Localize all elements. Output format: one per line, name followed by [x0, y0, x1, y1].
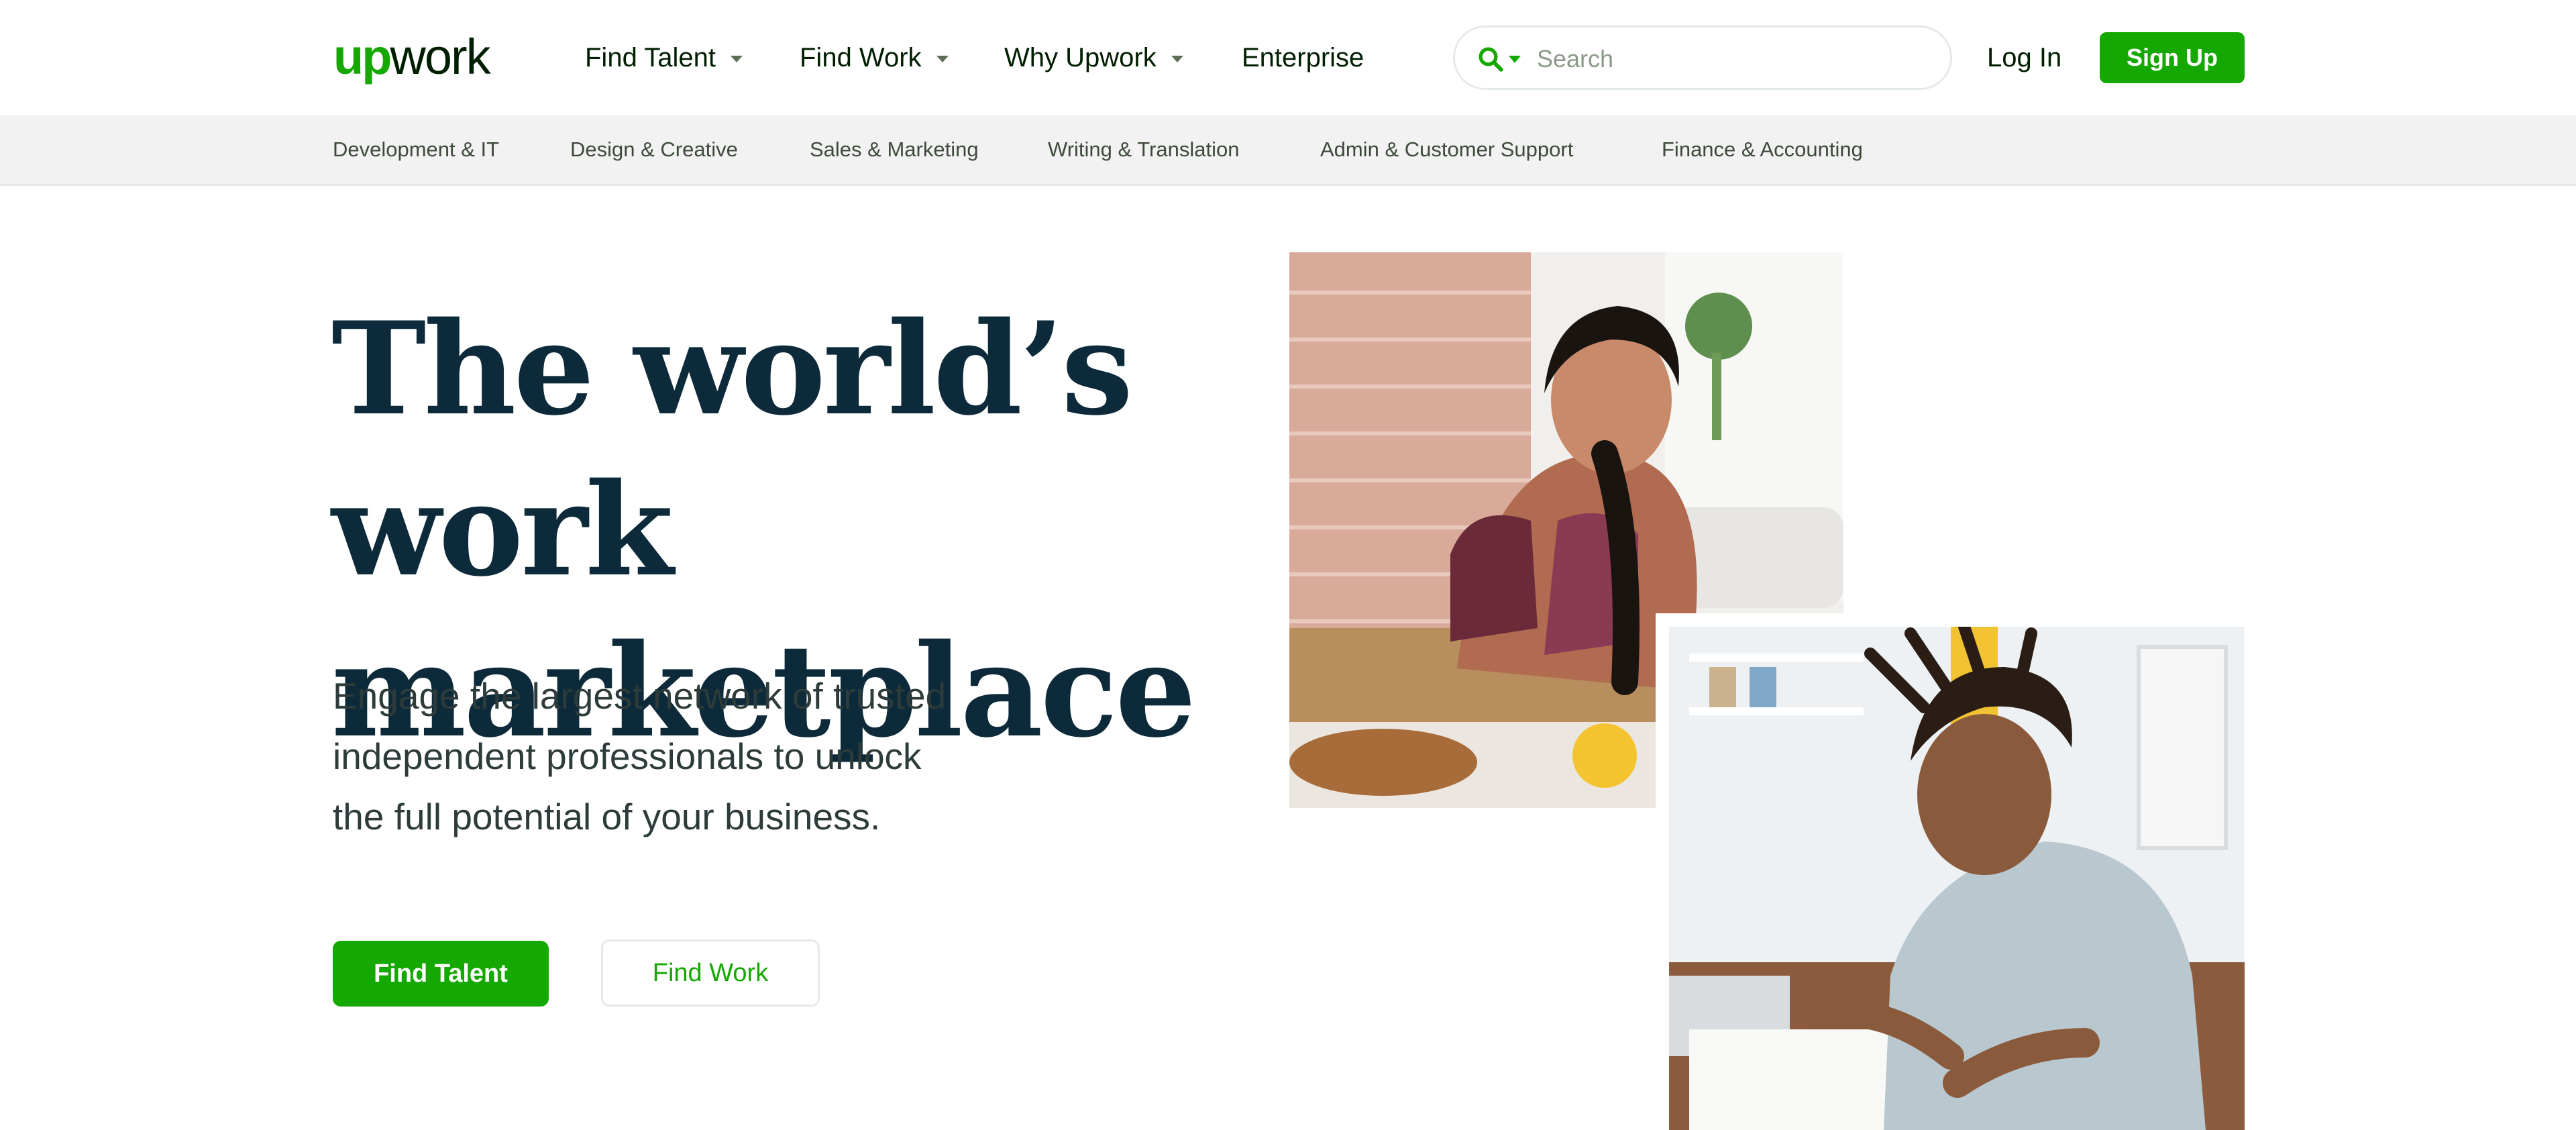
nav-why-upwork-label: Why Upwork — [1004, 43, 1157, 72]
category-writing-translation[interactable]: Writing & Translation — [1048, 136, 1239, 164]
nav-enterprise[interactable]: Enterprise — [1242, 38, 1364, 78]
category-sales-marketing[interactable]: Sales & Marketing — [810, 136, 979, 164]
search-type-dropdown-icon[interactable] — [1509, 56, 1521, 63]
find-work-button[interactable]: Find Work — [601, 939, 820, 1007]
search-input[interactable] — [1536, 40, 1927, 79]
logo-up: up — [333, 29, 392, 85]
category-bar: Development & IT Design & Creative Sales… — [0, 115, 2576, 186]
chevron-down-icon — [936, 56, 949, 63]
category-admin-customer-support[interactable]: Admin & Customer Support — [1320, 136, 1573, 164]
chevron-down-icon — [1171, 56, 1183, 63]
category-development-it[interactable]: Development & IT — [333, 136, 499, 164]
upwork-logo[interactable]: upwork — [333, 27, 491, 87]
nav-find-work-label: Find Work — [800, 43, 922, 72]
search-box[interactable] — [1453, 25, 1952, 90]
search-icon[interactable] — [1477, 45, 1505, 73]
nav-find-work[interactable]: Find Work — [800, 38, 949, 78]
hero-photo-man-writing — [1656, 613, 2258, 1130]
hero-subtitle: Engage the largest network of trusted in… — [333, 666, 1111, 847]
top-header: upwork Find Talent Find Work Why Upwork … — [0, 0, 2576, 115]
hero-subtitle-line-3: the full potential of your business. — [333, 796, 881, 837]
hero-subtitle-line-2: independent professionals to unlock — [333, 735, 922, 777]
nav-enterprise-label: Enterprise — [1242, 43, 1364, 72]
nav-find-talent[interactable]: Find Talent — [585, 38, 743, 78]
signup-button[interactable]: Sign Up — [2100, 32, 2245, 83]
hero-title-line-1: The world’s work — [331, 294, 1133, 605]
hero-subtitle-line-1: Engage the largest network of trusted — [333, 675, 947, 717]
logo-work: work — [390, 29, 490, 85]
login-link[interactable]: Log In — [1987, 38, 2061, 78]
nav-find-talent-label: Find Talent — [585, 43, 716, 72]
find-talent-button[interactable]: Find Talent — [333, 941, 549, 1007]
chevron-down-icon — [730, 56, 743, 63]
category-finance-accounting[interactable]: Finance & Accounting — [1662, 136, 1863, 164]
category-design-creative[interactable]: Design & Creative — [570, 136, 738, 164]
nav-why-upwork[interactable]: Why Upwork — [1004, 38, 1183, 78]
